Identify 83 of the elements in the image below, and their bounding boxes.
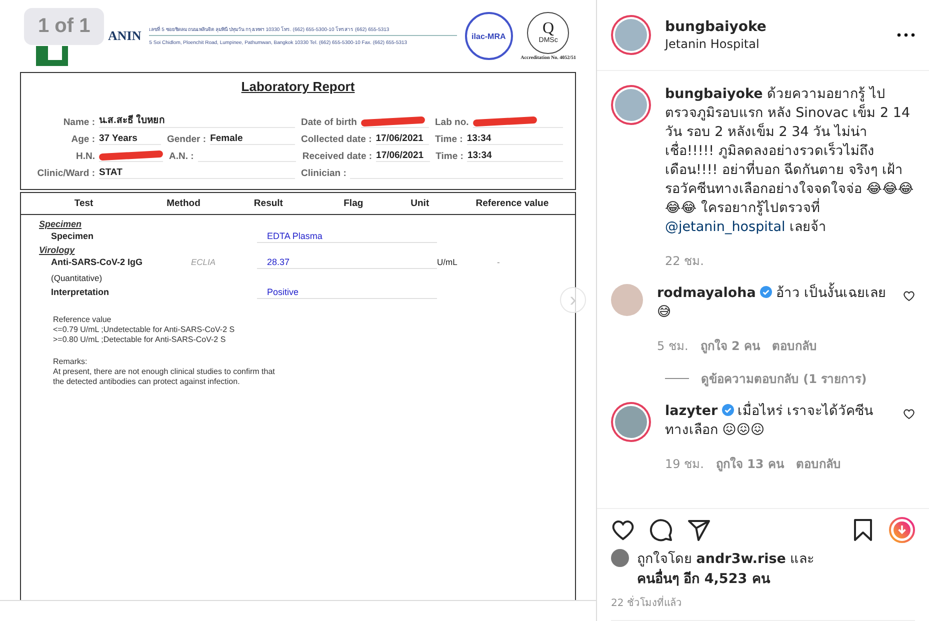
avatar[interactable] [611,549,629,567]
mention-link[interactable]: @jetanin_hospital [665,219,786,235]
field-label: Gender : [167,134,206,145]
save-button[interactable] [851,518,875,542]
field-label: Time : [435,134,463,145]
heart-icon [903,290,915,302]
remarks-note: At present, there are not enough clinical studies to confirm that [53,367,276,376]
comment-text: lazyter เมื่อไหร่ เราจะได้วัคซีนทางเลือก 😖😖😖 [665,402,874,440]
share-button[interactable] [687,518,711,542]
remarks-note: Remarks: [53,357,88,366]
username-link[interactable]: rodmayaloha [657,285,756,301]
comment-button[interactable] [649,518,673,542]
reference-note: <=0.79 U/mL ;Undetectable for Anti-SARS-CoV-2 S [53,325,236,334]
column-header: Flag [342,198,364,209]
field-value: 13:34 [466,132,563,145]
field-label: Clinician : [301,168,346,179]
field-label: Name : [62,117,95,128]
field-value: Female [210,132,295,145]
download-icon [889,517,915,543]
download-button[interactable] [889,517,915,543]
field-label: Lab no. [435,117,469,128]
comment-text: rodmayaloha อ้าว เป็นงั้นเฉยเลย 😅 [657,284,889,322]
section-heading: Virology [39,245,76,255]
paper-plane-icon [687,518,711,542]
test-result: 28.37 [257,257,437,269]
accreditation-seal: ilac-MRA [464,12,513,60]
test-name: Anti-SARS-CoV-2 IgG [51,257,144,267]
report-title: Laboratory Report [241,79,355,94]
field-label: Clinic/Ward : [36,168,95,179]
field-label: Time : [436,151,464,162]
column-header: Test [73,198,94,209]
comment-time: 5 ชม. [657,338,688,355]
test-name: Interpretation [51,287,110,297]
field-label: A.N. : [169,151,194,162]
column-header: Method [166,198,202,209]
field-value: STAT [99,166,295,179]
like-comment-button[interactable] [903,408,915,420]
field-label: Received date : [302,151,372,162]
column-header: Result [252,198,284,209]
comment-time: 19 ชม. [665,456,704,473]
caption-time: 22 ชม. [665,253,704,270]
like-button[interactable] [611,518,635,542]
reference-note: Reference value [53,315,112,324]
location-link[interactable]: Jetanin Hospital [665,37,883,51]
username-link[interactable]: bungbaiyoke [665,19,883,35]
test-unit: U/mL [437,257,458,267]
field-label: H.N. [75,151,95,162]
field-value: 17/06/2021 [376,149,430,162]
heart-icon [903,408,915,420]
test-result: EDTA Plasma [257,231,437,243]
username-link[interactable]: lazyter [665,403,718,419]
section-heading: Specimen [39,219,83,229]
username-link[interactable]: bungbaiyoke [665,86,763,102]
hospital-logo-icon [36,46,68,66]
reference-value: - [497,257,501,267]
bookmark-icon [851,518,875,542]
more-options-button[interactable] [897,33,915,37]
test-note: (Quantitative) [51,273,104,283]
test-name: Specimen [51,231,95,241]
field-value: 37 Years [99,132,161,145]
caption-text: bungbaiyoke ด้วยความอยากรู้ ไปตรวจภูมิรอบแรก หลัง Sinovac เข็ม 2 14 วัน รอบ 2 หลังเข็ม 2 34 วัน ไม่น่าเชื่อ!!!!! ภูมิลดลงอย่างรวดเร็วไม่ถึง เดือน!!!! อย่าที่บอก ฉีดกันตาย จริงๆ เฝ้ารอวัคซีนทางเลือกอย่างใจจดใจจ่อ 😂😂😂😂😂 ใครอยากรู้ไปตรวจที่ @jetanin_hospital เลยจ้า [665,85,915,237]
hospital-brand-text: ANIN [108,28,142,44]
post-time: 22 ชั่วโมงที่แล้ว [611,595,915,621]
likes-text: ถูกใจโดย andr3w.rise และ คนอื่นๆ อีก 4,523 คน [637,550,816,589]
like-comment-button[interactable] [903,290,915,302]
reference-note: >=0.80 U/mL ;Detectable for Anti-SARS-CoV-2 S [53,335,227,344]
field-label: Collected date : [301,134,372,145]
avatar[interactable] [615,19,647,51]
image-counter: 1 of 1 [24,8,104,45]
remarks-note: the detected antibodies can protect against infection. [53,377,241,386]
speech-bubble-icon [649,518,673,542]
field-value: 13:34 [467,149,563,162]
field-label: Age : [70,134,95,145]
field-label: Date of birth [301,117,357,128]
field-value: น.ส.สะธี ใบหยก [99,112,295,128]
column-header: Unit [410,198,430,209]
test-method: ECLIA [191,257,217,267]
heart-icon [611,518,635,542]
avatar[interactable] [615,406,647,438]
column-header: Reference value [474,198,550,209]
avatar[interactable] [615,89,647,121]
field-value: 17/06/2021 [376,132,429,145]
test-result: Positive [257,287,437,299]
